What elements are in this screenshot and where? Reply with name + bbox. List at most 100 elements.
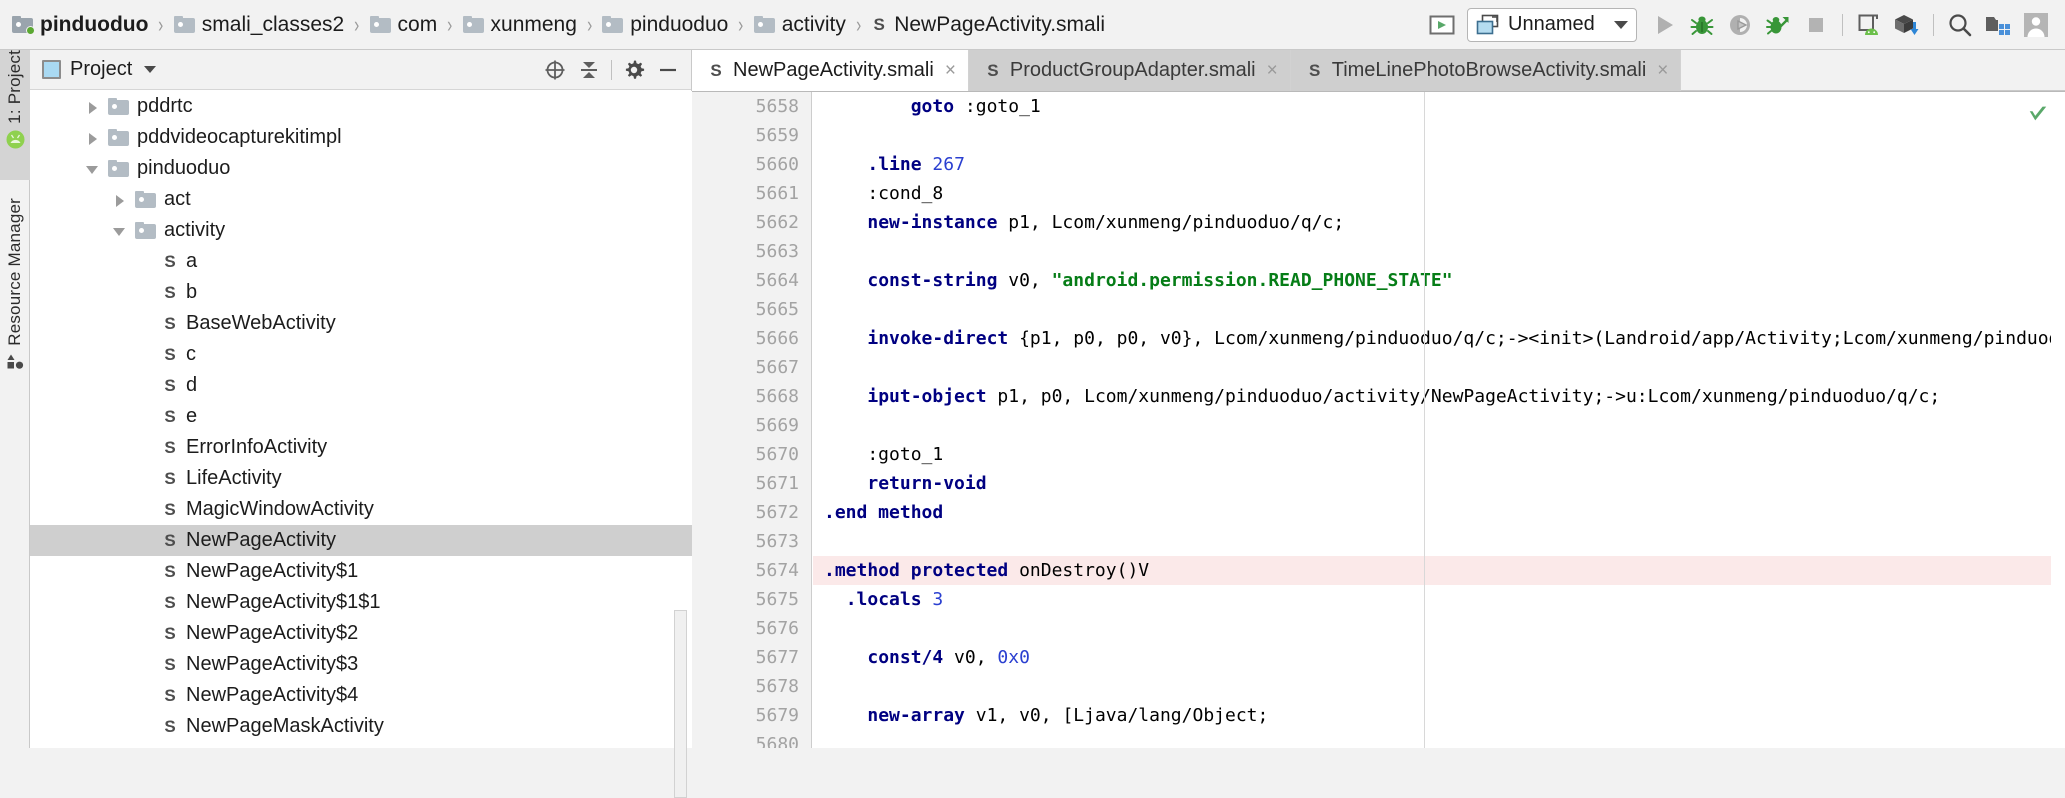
debug-button[interactable] <box>1683 6 1721 44</box>
breadcrumb-item-pinduoduo[interactable]: pinduoduo <box>602 0 728 49</box>
code-line[interactable] <box>813 411 2065 440</box>
code-content[interactable]: goto :goto_1 .line 267 :cond_8 new-insta… <box>813 92 2065 748</box>
line-number[interactable]: 5665 <box>692 295 811 324</box>
tree-item-pinduoduo[interactable]: pinduoduo <box>30 153 692 184</box>
select-opened-file-button[interactable] <box>538 53 572 87</box>
code-line[interactable]: .method protected onDestroy()V <box>813 556 2065 585</box>
run-button[interactable] <box>1645 6 1683 44</box>
close-icon[interactable]: × <box>1657 61 1668 80</box>
search-everywhere-button[interactable] <box>1941 6 1979 44</box>
code-line[interactable] <box>813 672 2065 701</box>
tree-item-a[interactable]: Sa <box>30 246 692 277</box>
code-line[interactable]: const-string v0, "android.permission.REA… <box>813 266 2065 295</box>
tree-item-newpagemaskactivity[interactable]: S NewPageMaskActivity <box>30 711 692 742</box>
tree-item-errorinfoactivity[interactable]: S ErrorInfoActivity <box>30 432 692 463</box>
tree-item-act[interactable]: act <box>30 184 692 215</box>
settings-button[interactable] <box>617 53 651 87</box>
code-line[interactable]: .line 267 <box>813 150 2065 179</box>
line-number[interactable]: 5670 <box>692 440 811 469</box>
run-configuration-selector[interactable]: Unnamed <box>1467 7 1637 42</box>
line-number[interactable]: 5669 <box>692 411 811 440</box>
line-number[interactable]: 5667 <box>692 353 811 382</box>
code-editor[interactable]: 5658 5659 5660 5661 5662 5663 5664 5665 5666 5667… <box>692 91 2065 748</box>
code-line[interactable]: invoke-direct {p1, p0, p0, v0}, Lcom/xun… <box>813 324 2065 353</box>
minimize-button[interactable] <box>651 53 685 87</box>
chevron-right-icon[interactable] <box>84 129 102 147</box>
attach-debugger-button[interactable] <box>1721 6 1759 44</box>
line-number[interactable]: 5666 <box>692 324 811 353</box>
tree-item-newpageactivity-4[interactable]: S NewPageActivity$4 <box>30 680 692 711</box>
avd-manager-button[interactable] <box>1850 6 1888 44</box>
code-line[interactable] <box>813 295 2065 324</box>
line-number[interactable]: 5679 <box>692 701 811 730</box>
line-number[interactable]: 5664 <box>692 266 811 295</box>
code-line[interactable]: :cond_8 <box>813 179 2065 208</box>
code-line[interactable] <box>813 121 2065 150</box>
tree-item-pddrtc[interactable]: pddrtc <box>30 91 692 122</box>
line-number-gutter[interactable]: 5658 5659 5660 5661 5662 5663 5664 5665 5666 5667… <box>692 92 844 748</box>
line-number[interactable]: 5680 <box>692 730 811 748</box>
green-check-icon[interactable] <box>2027 103 2049 125</box>
line-number[interactable]: 5676 <box>692 614 811 643</box>
select-device-button[interactable] <box>1423 6 1461 44</box>
breadcrumb-item-com[interactable]: com <box>369 0 437 49</box>
close-icon[interactable]: × <box>1267 61 1278 80</box>
tree-item-e[interactable]: Se <box>30 401 692 432</box>
code-line[interactable]: :goto_1 <box>813 440 2065 469</box>
line-number[interactable]: 5673 <box>692 527 811 556</box>
line-number[interactable]: 5677 <box>692 643 811 672</box>
line-number[interactable]: 5658 <box>692 92 811 121</box>
line-number[interactable]: 5663 <box>692 237 811 266</box>
tree-item-newpageactivity-3[interactable]: S NewPageActivity$3 <box>30 649 692 680</box>
tree-item-newpageactivity-1-1[interactable]: S NewPageActivity$1$1 <box>30 587 692 618</box>
line-number[interactable]: 5675 <box>692 585 811 614</box>
line-number[interactable]: 5659 <box>692 121 811 150</box>
line-number[interactable]: 5672 <box>692 498 811 527</box>
code-line[interactable] <box>813 353 2065 382</box>
breadcrumb-item-newpageactivity-smali[interactable]: S NewPageActivity.smali <box>871 0 1106 49</box>
chevron-right-icon[interactable] <box>84 98 102 116</box>
code-line[interactable] <box>813 527 2065 556</box>
line-number[interactable]: 5660 <box>692 150 811 179</box>
tab-productgroupadapter[interactable]: S ProductGroupAdapter.smali × <box>968 50 1291 91</box>
tree-item-lifeactivity[interactable]: S LifeActivity <box>30 463 692 494</box>
stop-button[interactable] <box>1797 6 1835 44</box>
breadcrumb-item-pinduoduo[interactable]: pinduoduo <box>12 0 148 49</box>
line-number[interactable]: 5668 <box>692 382 811 411</box>
chevron-down-icon[interactable] <box>84 160 102 178</box>
tree-item-pddvideocapturekitimpl[interactable]: pddvideocapturekitimpl <box>30 122 692 153</box>
project-structure-button[interactable] <box>1979 6 2017 44</box>
code-line[interactable]: goto :goto_1 <box>813 92 2065 121</box>
code-line[interactable] <box>813 237 2065 266</box>
tree-item-newpageactivity-2[interactable]: S NewPageActivity$2 <box>30 618 692 649</box>
code-line[interactable]: return-void <box>813 469 2065 498</box>
code-line[interactable]: iput-object p1, p0, Lcom/xunmeng/pinduod… <box>813 382 2065 411</box>
tree-item-d[interactable]: Sd <box>30 370 692 401</box>
line-number[interactable]: 5662 <box>692 208 811 237</box>
tree-item-newpageactivity[interactable]: S NewPageActivity <box>30 525 692 556</box>
code-line[interactable]: new-array v1, v0, [Ljava/lang/Object; <box>813 701 2065 730</box>
project-tree-scrollbar[interactable] <box>674 610 687 798</box>
breadcrumb-item-xunmeng[interactable]: xunmeng <box>462 0 577 49</box>
chevron-down-icon[interactable] <box>144 66 157 73</box>
sidebar-item-project[interactable]: 1: Project <box>0 50 30 180</box>
line-number[interactable]: 5674 <box>692 556 844 585</box>
project-tree[interactable]: pddrtc pddvideocapturekitimpl pinduoduo act… <box>30 91 692 748</box>
tree-item-magicwindowactivity[interactable]: S MagicWindowActivity <box>30 494 692 525</box>
line-number[interactable]: 5671 <box>692 469 811 498</box>
user-account-button[interactable] <box>2017 6 2055 44</box>
tree-item-c[interactable]: Sc <box>30 339 692 370</box>
line-number[interactable]: 5678 <box>692 672 811 701</box>
breadcrumb-item-activity[interactable]: activity <box>753 0 846 49</box>
tree-item-b[interactable]: Sb <box>30 277 692 308</box>
run-with-coverage-button[interactable] <box>1759 6 1797 44</box>
chevron-down-icon[interactable] <box>111 222 129 240</box>
tree-item-basewebactivity[interactable]: S BaseWebActivity <box>30 308 692 339</box>
collapse-all-button[interactable] <box>572 53 606 87</box>
sidebar-item-resource-manager[interactable]: Resource Manager <box>0 198 30 398</box>
code-line[interactable]: .locals 3 <box>813 585 2065 614</box>
tab-newpageactivity[interactable]: S NewPageActivity.smali × <box>692 50 969 91</box>
code-line[interactable]: new-instance p1, Lcom/xunmeng/pinduoduo/… <box>813 208 2065 237</box>
tree-item-newpageactivity-1[interactable]: S NewPageActivity$1 <box>30 556 692 587</box>
tree-item-activity[interactable]: activity <box>30 215 692 246</box>
